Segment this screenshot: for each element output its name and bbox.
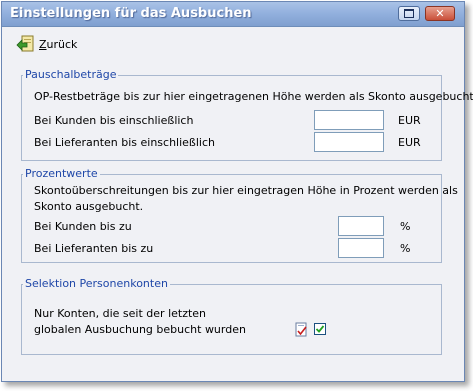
lieferanten-percent-input[interactable] bbox=[338, 238, 384, 258]
document-check-icon bbox=[295, 322, 307, 337]
close-button[interactable]: ✕ bbox=[425, 6, 455, 21]
title-bar[interactable]: Einstellungen für das Ausbuchen ✕ bbox=[2, 2, 464, 27]
lieferanten-prozent-label: Bei Lieferanten bis zu bbox=[34, 242, 154, 255]
selektion-checkbox[interactable] bbox=[314, 323, 326, 335]
pauschal-description: OP-Restbeträge bis zur hier eingetragene… bbox=[34, 90, 473, 103]
group-selektion-personenkonten: Selektion Personenkonten Nur Konten, die… bbox=[21, 277, 442, 355]
kunden-percent-unit: % bbox=[400, 220, 411, 233]
restore-button[interactable] bbox=[398, 6, 420, 21]
kunden-percent-input[interactable] bbox=[338, 216, 384, 236]
selektion-line1: Nur Konten, die seit der letzten bbox=[34, 307, 207, 320]
selektion-line2: globalen Ausbuchung bebucht wurden bbox=[34, 323, 246, 336]
kunden-prozent-label: Bei Kunden bis zu bbox=[34, 220, 132, 233]
lieferanten-unit: EUR bbox=[398, 136, 421, 149]
group-legend: Pauschalbeträge bbox=[23, 68, 119, 81]
prozent-description-line2: Skonto ausgebucht. bbox=[34, 200, 144, 213]
kunden-label: Bei Kunden bis einschließlich bbox=[34, 114, 194, 127]
window-title: Einstellungen für das Ausbuchen bbox=[10, 6, 252, 21]
group-legend: Selektion Personenkonten bbox=[23, 277, 170, 290]
back-label: Zurück bbox=[39, 37, 78, 51]
prozent-description-line1: Skontoüberschreitungen bis zur hier eing… bbox=[34, 184, 458, 197]
lieferanten-percent-unit: % bbox=[400, 242, 411, 255]
back-button[interactable]: Zurück bbox=[15, 33, 77, 55]
lieferanten-amount-input[interactable] bbox=[314, 132, 384, 152]
group-pauschalbetraege: Pauschalbeträge OP-Restbeträge bis zur h… bbox=[21, 68, 473, 161]
group-prozentwerte: Prozentwerte Skontoüberschreitungen bis … bbox=[21, 167, 458, 263]
lieferanten-label: Bei Lieferanten bis einschließlich bbox=[34, 136, 215, 149]
checkmark-icon bbox=[315, 325, 325, 333]
back-arrow-folder-icon bbox=[16, 35, 34, 52]
close-icon: ✕ bbox=[435, 7, 445, 20]
kunden-unit: EUR bbox=[398, 114, 421, 127]
settings-dialog: Einstellungen für das Ausbuchen ✕ Zurück… bbox=[1, 1, 473, 382]
kunden-amount-input[interactable] bbox=[314, 110, 384, 130]
restore-icon bbox=[404, 9, 414, 18]
group-legend: Prozentwerte bbox=[23, 167, 100, 180]
